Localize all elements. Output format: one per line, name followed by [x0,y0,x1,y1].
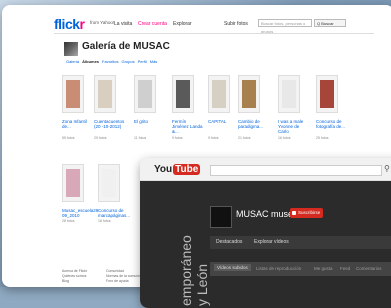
nav-explorar[interactable]: Explorar [173,21,192,27]
album-cover-image [212,80,226,108]
album-photo-count: 16 fotos [278,136,291,140]
album-photo-count: 25 fotos [316,136,329,140]
album-title[interactable]: El grito [134,119,166,124]
nav-explorar-videos[interactable]: Explorar vídeos [254,239,289,245]
channel-name[interactable]: MUSAC museo [236,209,298,219]
album-thumbnail[interactable] [208,75,230,113]
avatar[interactable] [64,42,78,56]
search-input[interactable]: Buscar fotos, personas o grupos [258,19,312,34]
album-title[interactable]: Concurso de marcapáginas... [98,208,130,218]
album-thumbnail[interactable] [172,75,194,113]
album-photo-count: 9 fotos [208,136,219,140]
nav-crear-cuenta[interactable]: Crear cuenta [138,21,167,27]
tab-perfil[interactable]: Perfil [138,59,147,64]
nav-la-visita[interactable]: La visita [114,21,132,27]
nav-destacados[interactable]: Destacados [216,239,242,245]
album-cover-image [102,169,116,197]
youtube-logo[interactable]: You Tube [154,164,201,175]
album-title[interactable]: CAPITAL [208,119,240,124]
album-thumbnail[interactable] [238,75,260,113]
footer-about: Acerca de Flickr Quiénes somos Blog [62,269,87,284]
album-title[interactable]: Zona Infantil de... [62,119,94,129]
tab-albumes[interactable]: Álbumes [82,59,99,64]
album-photo-count: 9 fotos [172,136,183,140]
header-divider [54,33,374,34]
album-cover-image [242,80,256,108]
tab-videos-subidos[interactable]: Vídeos subidos [214,264,251,271]
album-cover-image [176,80,190,108]
album-photo-count: 28 fotos [62,219,75,223]
album-photo-count: 21 fotos [238,136,251,140]
channel-nav: Destacados Explorar vídeos [210,236,391,249]
search-input[interactable] [210,165,382,176]
album-thumbnail[interactable] [316,75,338,113]
album-thumbnail[interactable] [98,164,120,202]
tab-grupos[interactable]: Grupos [121,59,134,64]
tab-favoritos[interactable]: Favoritos [102,59,118,64]
tab-galeria[interactable]: Galería [66,59,79,64]
album-thumbnail[interactable] [278,75,300,113]
profile-tabs: Galería Álbumes Favoritos Grupos Perfil Más [66,59,160,64]
album-title[interactable]: I was a male Yvonne de Carlo [278,119,310,134]
album-title[interactable]: Musac_escuela29 09_2010 [62,208,98,218]
album-thumbnail[interactable] [62,164,84,202]
footer-link[interactable]: Blog [62,279,87,284]
album-title[interactable]: Fermín Jiménez Landa &... [172,119,204,134]
album-cover-image [66,169,80,197]
album-thumbnail[interactable] [94,75,116,113]
page-title: Galería de MUSAC [82,41,170,52]
album-title[interactable]: Concurso de fotografía de... [316,119,348,129]
album-cover-image [320,80,334,108]
album-cover-image [98,80,112,108]
album-photo-count: 29 fotos [94,136,107,140]
tab-mas[interactable]: Más [150,59,158,64]
channel-avatar[interactable] [210,206,232,228]
search-button[interactable]: Q Buscar [314,19,346,27]
album-photo-count: 16 fotos [98,219,111,223]
tab-listas[interactable]: Listas de reproducción [256,266,301,271]
youtube-window: You Tube ⚲ emporáneo y León MUSAC museo S… [140,158,391,308]
tab-me-gusta[interactable]: Me gusta [314,266,333,271]
album-thumbnail[interactable] [62,75,84,113]
album-title[interactable]: Cuentacuentos (20 -10-2012) [94,119,126,129]
album-title[interactable]: Cambio de paradigma... [238,119,270,129]
tab-comentarios[interactable]: Comentarios [356,266,382,271]
tab-feed[interactable]: Feed [340,266,350,271]
album-cover-image [282,80,296,108]
flickr-from-yahoo: from Yahoo! [90,20,115,25]
channel-tabs: Vídeos subidos Listas de reproducción Me… [210,262,391,276]
youtube-header: You Tube ⚲ [140,158,391,181]
album-photo-count: 11 fotos [134,136,147,140]
album-cover-image [66,80,80,108]
nav-subir-fotos[interactable]: Subir fotos [224,21,248,27]
album-photo-count: 55 fotos [62,136,75,140]
subscribe-button[interactable]: Suscribirse [290,208,324,218]
album-thumbnail[interactable] [134,75,156,113]
flickr-logo[interactable]: flickr [54,16,85,32]
search-icon[interactable]: ⚲ [384,164,390,173]
album-cover-image [138,80,152,108]
